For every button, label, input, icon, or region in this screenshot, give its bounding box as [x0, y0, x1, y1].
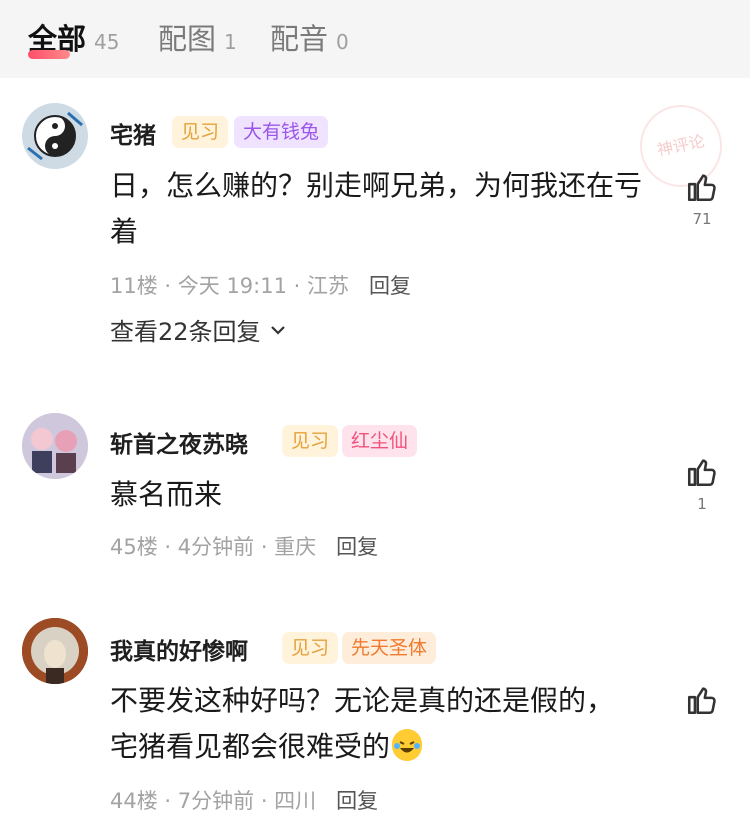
title-badge: 先天圣体 — [342, 632, 437, 664]
floor-number: 11楼 — [110, 274, 158, 298]
laughing-crying-emoji — [392, 729, 423, 761]
reply-button[interactable]: 回复 — [369, 274, 411, 298]
meta-separator: · — [254, 789, 275, 813]
username[interactable]: 斩首之夜苏晓 — [110, 425, 248, 459]
location: 江苏 — [307, 274, 349, 298]
comment-text[interactable]: 慕名而来 — [110, 472, 670, 518]
like-button[interactable]: 1 — [682, 455, 722, 513]
meta-separator: · — [254, 535, 275, 559]
tab-label: 配音 — [270, 22, 329, 56]
floor-number: 45楼 — [110, 535, 158, 559]
thumbs-up-icon — [687, 174, 716, 202]
title-badge: 红尘仙 — [342, 425, 418, 457]
title-badge: 大有钱兔 — [234, 116, 329, 148]
timestamp: 今天 19:11 — [177, 274, 287, 298]
tab-count: 1 — [224, 30, 237, 54]
anime-avatar-image — [22, 413, 88, 479]
level-badge: 见习 — [282, 632, 339, 664]
reply-button[interactable]: 回复 — [336, 789, 378, 813]
like-button[interactable] — [682, 683, 722, 723]
comment-text[interactable]: 日，怎么赚的？别走啊兄弟，为何我还在亏着 — [110, 163, 650, 255]
tab-label: 配图 — [158, 22, 217, 56]
yin-yang-avatar-image — [22, 103, 88, 169]
floor-number: 44楼 — [110, 789, 158, 813]
timestamp: 7分钟前 — [177, 789, 255, 813]
meta-separator: · — [157, 789, 178, 813]
level-badge: 见习 — [172, 116, 229, 148]
timestamp: 4分钟前 — [177, 535, 255, 559]
comment-text-content: 不要发这种好吗？无论是真的还是假的，宅猪看见都会很难受的 — [110, 684, 615, 763]
comment-meta: 44楼 · 7分钟前 · 四川 回复 — [110, 785, 378, 815]
location: 四川 — [274, 789, 317, 813]
meta-separator: · — [157, 274, 178, 298]
meta-separator: · — [157, 535, 178, 559]
avatar[interactable] — [22, 413, 88, 479]
tab-count: 0 — [336, 30, 349, 54]
username[interactable]: 宅猪 — [110, 116, 156, 150]
thumbs-up-icon — [687, 687, 716, 715]
location: 重庆 — [274, 535, 317, 559]
comment-tabs: 全部 45 配图 1 配音 0 — [0, 0, 750, 78]
comment-text[interactable]: 不要发这种好吗？无论是真的还是假的，宅猪看见都会很难受的 — [110, 678, 630, 770]
tab-audio[interactable]: 配音 0 — [270, 16, 349, 58]
tab-images[interactable]: 配图 1 — [158, 16, 237, 58]
level-badge: 见习 — [282, 425, 339, 457]
avatar[interactable] — [22, 103, 88, 169]
tab-count: 45 — [94, 30, 120, 54]
view-replies-button[interactable]: 查看22条回复 — [110, 312, 287, 347]
reply-button[interactable]: 回复 — [336, 535, 378, 559]
comment-meta: 45楼 · 4分钟前 · 重庆 回复 — [110, 531, 378, 561]
meta-separator: · — [286, 274, 307, 298]
like-button[interactable]: 71 — [682, 170, 722, 228]
thumbs-up-icon — [687, 459, 716, 487]
like-count: 71 — [692, 210, 712, 228]
comment-meta: 11楼 · 今天 19:11 · 江苏 回复 — [110, 270, 411, 300]
like-count: 1 — [697, 495, 707, 513]
view-replies-label: 查看22条回复 — [110, 318, 261, 346]
chevron-down-icon — [270, 325, 285, 335]
character-avatar-image — [22, 618, 88, 684]
username[interactable]: 我真的好惨啊 — [110, 632, 248, 666]
avatar[interactable] — [22, 618, 88, 684]
active-tab-indicator — [28, 50, 70, 59]
